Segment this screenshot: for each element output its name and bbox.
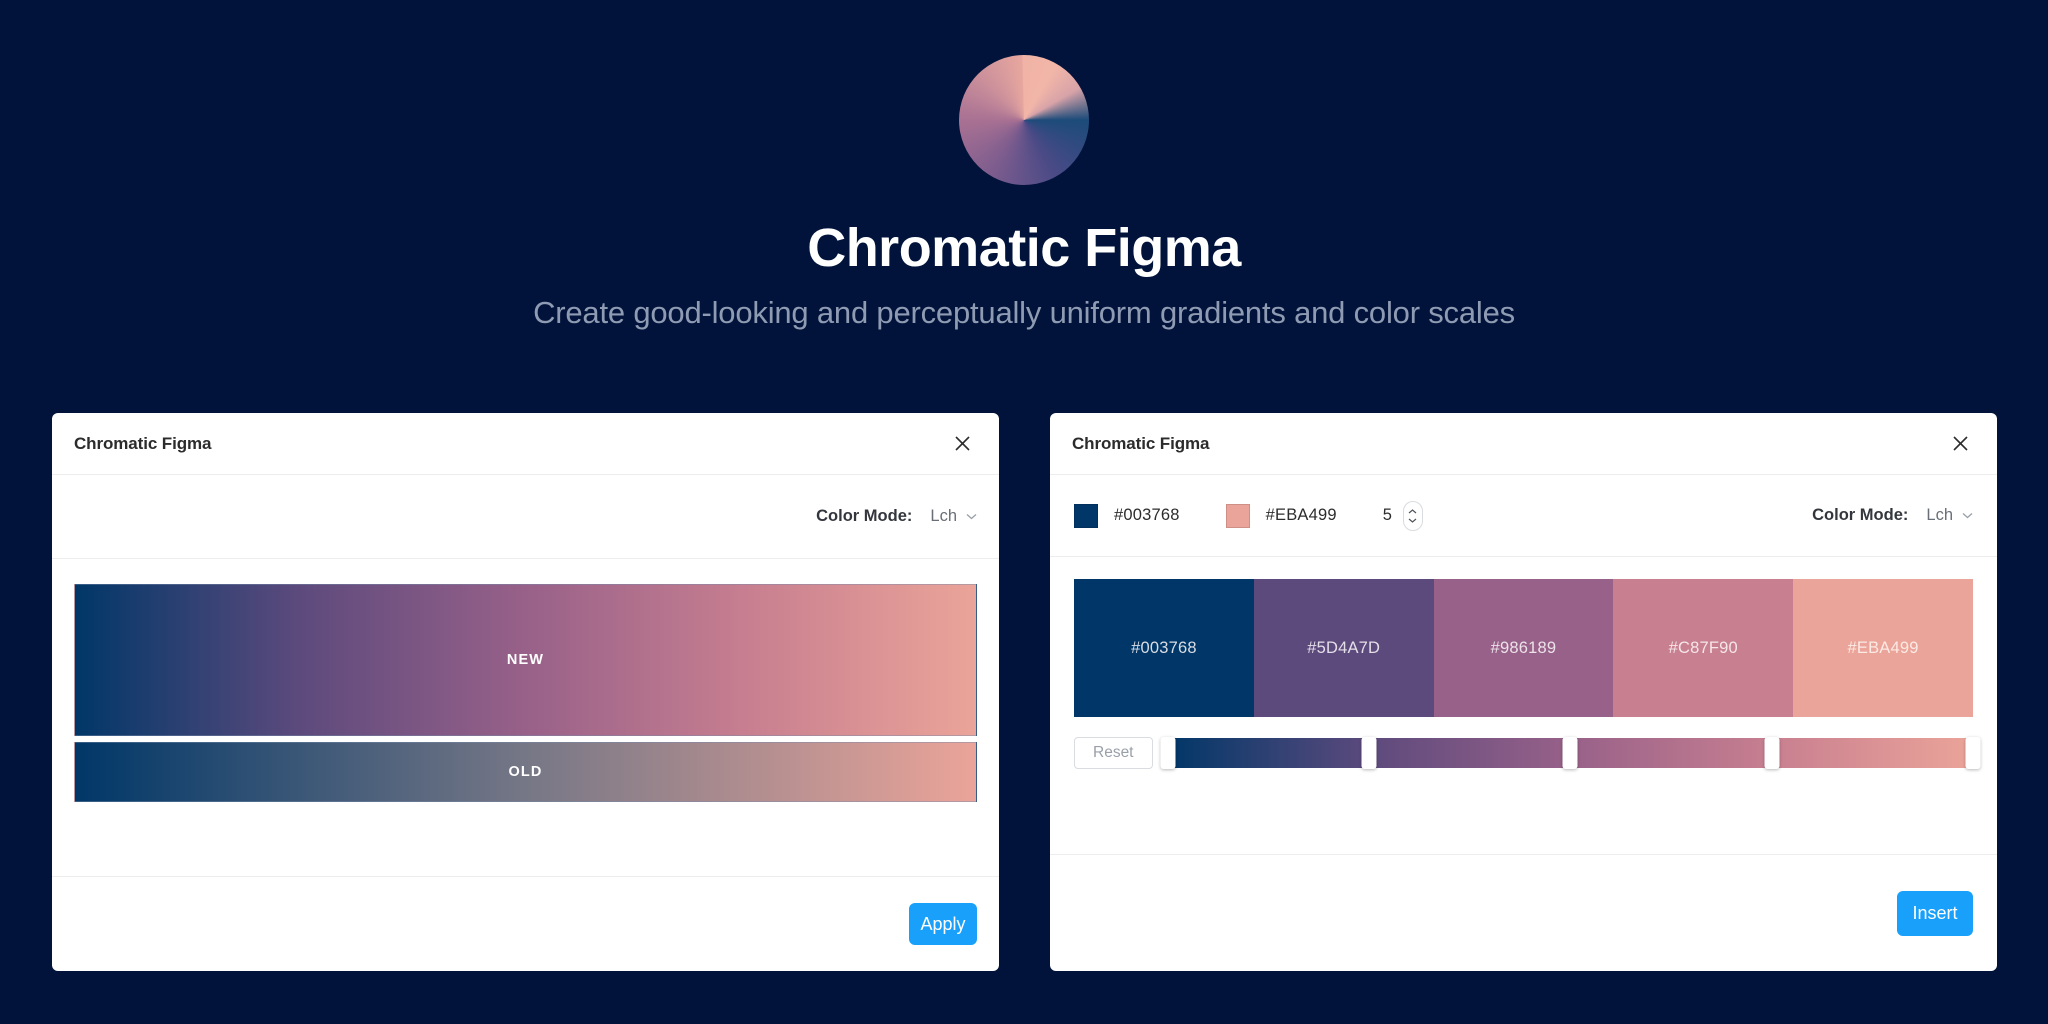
slider-handle[interactable] [1160,737,1175,769]
color-mode-select-left[interactable]: Lch [930,507,977,526]
color-mode-value-text: Lch [1926,506,1953,524]
start-color-hex: #003768 [1114,506,1180,524]
insert-button[interactable]: Insert [1897,890,1973,936]
close-icon[interactable] [947,429,977,459]
slider-handle[interactable] [1361,737,1377,769]
end-color-hex: #EBA499 [1265,506,1337,524]
color-scale-area: #003768 #5D4A7D #986189 #C87F90 #EBA499 Rese… [1050,557,1997,855]
right-panel-toolbar: #003768 #EBA499 5 Color Mode: Lch [1050,475,1997,557]
color-mode-select-right[interactable]: Lch [1926,506,1973,525]
color-scale-swatch[interactable]: #C87F90 [1613,579,1794,717]
right-panel-header: Chromatic Figma [1050,413,1997,475]
steps-value: 5 [1382,506,1392,524]
slider-handle[interactable] [1562,737,1578,769]
color-scale-swatch[interactable]: #5D4A7D [1253,579,1434,717]
page-title: Chromatic Figma [807,218,1241,278]
left-panel-header: Chromatic Figma [52,413,999,475]
start-color-swatch[interactable] [1074,503,1098,528]
gradient-comparison-area: NEW OLD [52,559,999,877]
color-scale-swatch-hex: #C87F90 [1668,638,1738,657]
stepper-up-down-icon[interactable] [1402,500,1423,531]
left-panel-toolbar: Color Mode: Lch [52,475,999,559]
color-mode-control-right: Color Mode: Lch [1812,506,1973,525]
steps-stepper[interactable]: 5 [1382,500,1423,531]
start-color-field[interactable]: #003768 [1074,503,1180,528]
right-panel-footer: Insert [1050,855,1997,971]
chevron-down-icon [966,514,977,520]
page-subtitle: Create good-looking and perceptually uni… [533,295,1515,330]
gradient-preview-panel: Chromatic Figma Color Mode: Lch NEW OLD … [52,413,999,971]
app-root: Chromatic Figma Create good-looking and … [0,0,2048,1024]
gradient-slider[interactable] [1160,737,1981,769]
gradient-bar-new[interactable]: NEW [74,584,977,736]
close-icon[interactable] [1945,429,1975,459]
color-scale-swatch-hex: #003768 [1131,638,1197,657]
end-color-field[interactable]: #EBA499 [1225,503,1337,528]
color-scale-swatch[interactable]: #EBA499 [1793,579,1973,717]
left-panel-footer: Apply [52,877,999,971]
color-mode-control-left: Color Mode: Lch [816,507,977,526]
chromatic-figma-logo-icon [959,55,1089,185]
reset-button[interactable]: Reset [1074,737,1153,769]
color-mode-value-text: Lch [930,507,957,525]
color-scale-swatch-hex: #986189 [1490,638,1557,657]
chevron-down-icon [1962,513,1973,519]
apply-button[interactable]: Apply [909,903,977,945]
gradient-bar-new-label: NEW [506,652,545,668]
gradient-bar-old[interactable]: OLD [74,742,977,802]
color-scale-swatch-hex: #EBA499 [1847,638,1919,657]
slider-handle[interactable] [1764,737,1780,769]
right-panel-title: Chromatic Figma [1072,433,1210,453]
scale-slider-row: Reset [1074,737,1981,769]
color-mode-label: Color Mode: [1812,506,1909,524]
color-scale-grid: #003768 #5D4A7D #986189 #C87F90 #EBA499 [1074,579,1973,717]
color-scale-swatch[interactable]: #986189 [1433,579,1614,717]
color-scale-panel: Chromatic Figma #003768 #EBA499 5 Color … [1050,413,1997,971]
gradient-bar-old-label: OLD [508,764,543,780]
color-scale-swatch-hex: #5D4A7D [1307,638,1381,657]
slider-handle[interactable] [1965,737,1981,769]
color-scale-swatch[interactable]: #003768 [1074,579,1254,717]
color-mode-label: Color Mode: [816,507,913,525]
left-panel-title: Chromatic Figma [74,433,212,453]
color-inputs-group: #003768 #EBA499 5 [1074,500,1423,531]
hero-section: Chromatic Figma Create good-looking and … [0,0,2048,331]
end-color-swatch[interactable] [1225,503,1250,528]
